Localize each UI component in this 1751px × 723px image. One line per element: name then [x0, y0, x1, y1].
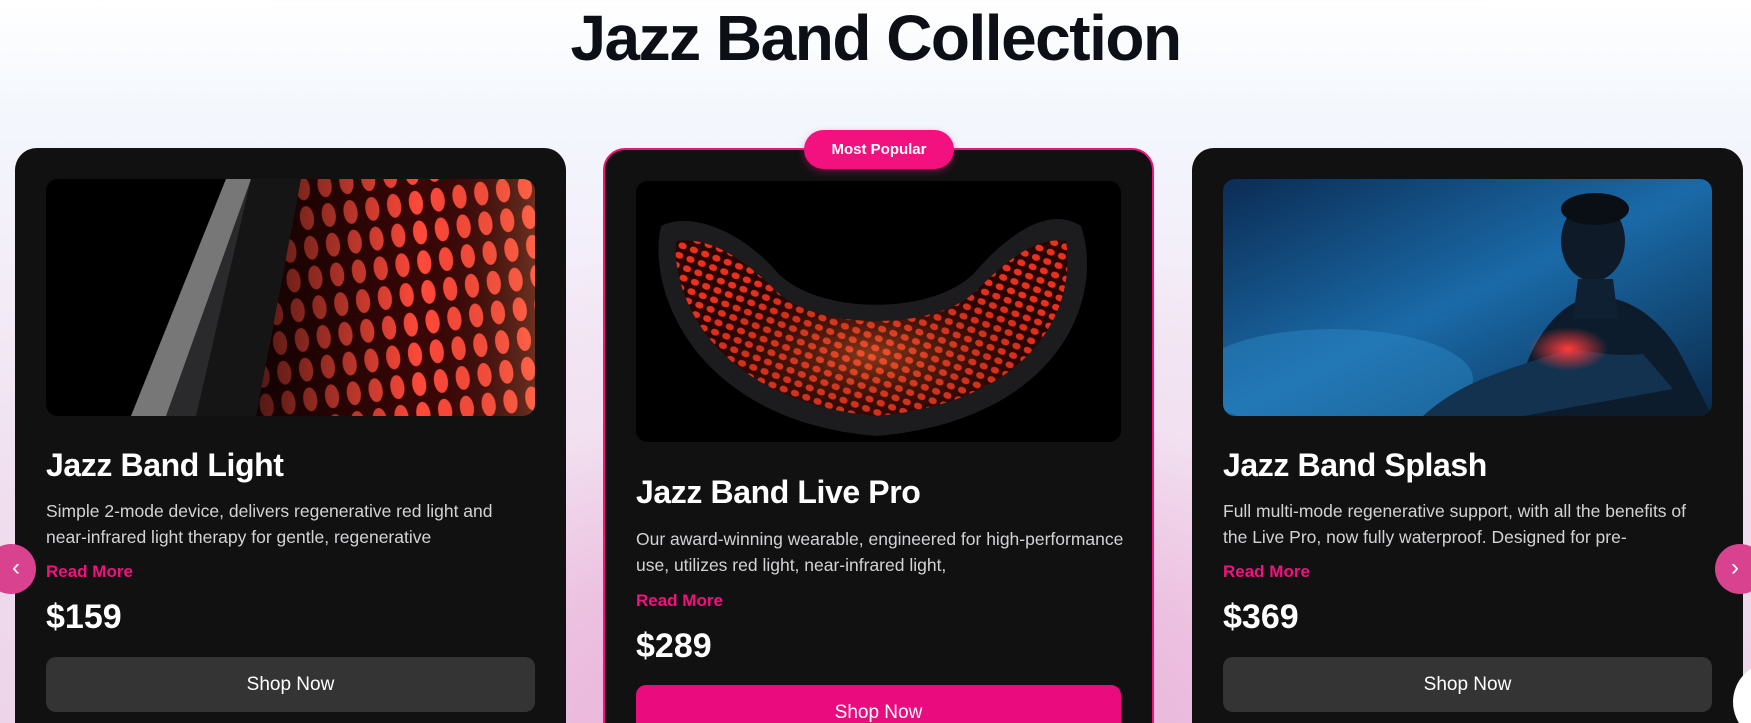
product-price: $159 [46, 598, 122, 636]
chevron-right-icon: › [1731, 554, 1739, 581]
product-description: Simple 2-mode device, delivers regenerat… [46, 501, 493, 547]
product-price: $369 [1223, 598, 1299, 636]
product-card-jazz-band-splash: Jazz Band Splash Full multi-mode regener… [1192, 148, 1743, 723]
product-image-jazz-band-splash [1223, 179, 1712, 416]
product-title: Jazz Band Light [46, 447, 284, 483]
shop-now-button[interactable]: Shop Now [46, 657, 535, 712]
product-title: Jazz Band Splash [1223, 447, 1487, 483]
read-more-link[interactable]: Read More [46, 562, 133, 582]
section-title: Jazz Band Collection [570, 2, 1182, 74]
read-more-link[interactable]: Read More [1223, 562, 1310, 582]
most-popular-badge: Most Popular [804, 130, 954, 169]
read-more-link[interactable]: Read More [636, 591, 723, 611]
product-description: Full multi-mode regenerative support, wi… [1223, 501, 1687, 547]
product-card-jazz-band-light: Jazz Band Light Simple 2-mode device, de… [15, 148, 566, 723]
product-image-jazz-band-light [46, 179, 535, 416]
chevron-left-icon: ‹ [12, 554, 20, 581]
product-description: Our award-winning wearable, engineered f… [636, 529, 1124, 575]
shop-now-button[interactable]: Shop Now [636, 685, 1121, 723]
product-title: Jazz Band Live Pro [636, 474, 921, 510]
product-image-jazz-band-live-pro [636, 181, 1121, 442]
product-card-jazz-band-live-pro: Jazz Band Live Pro Our award-winning wea… [603, 148, 1154, 723]
product-price: $289 [636, 627, 712, 665]
shop-now-button[interactable]: Shop Now [1223, 657, 1712, 712]
